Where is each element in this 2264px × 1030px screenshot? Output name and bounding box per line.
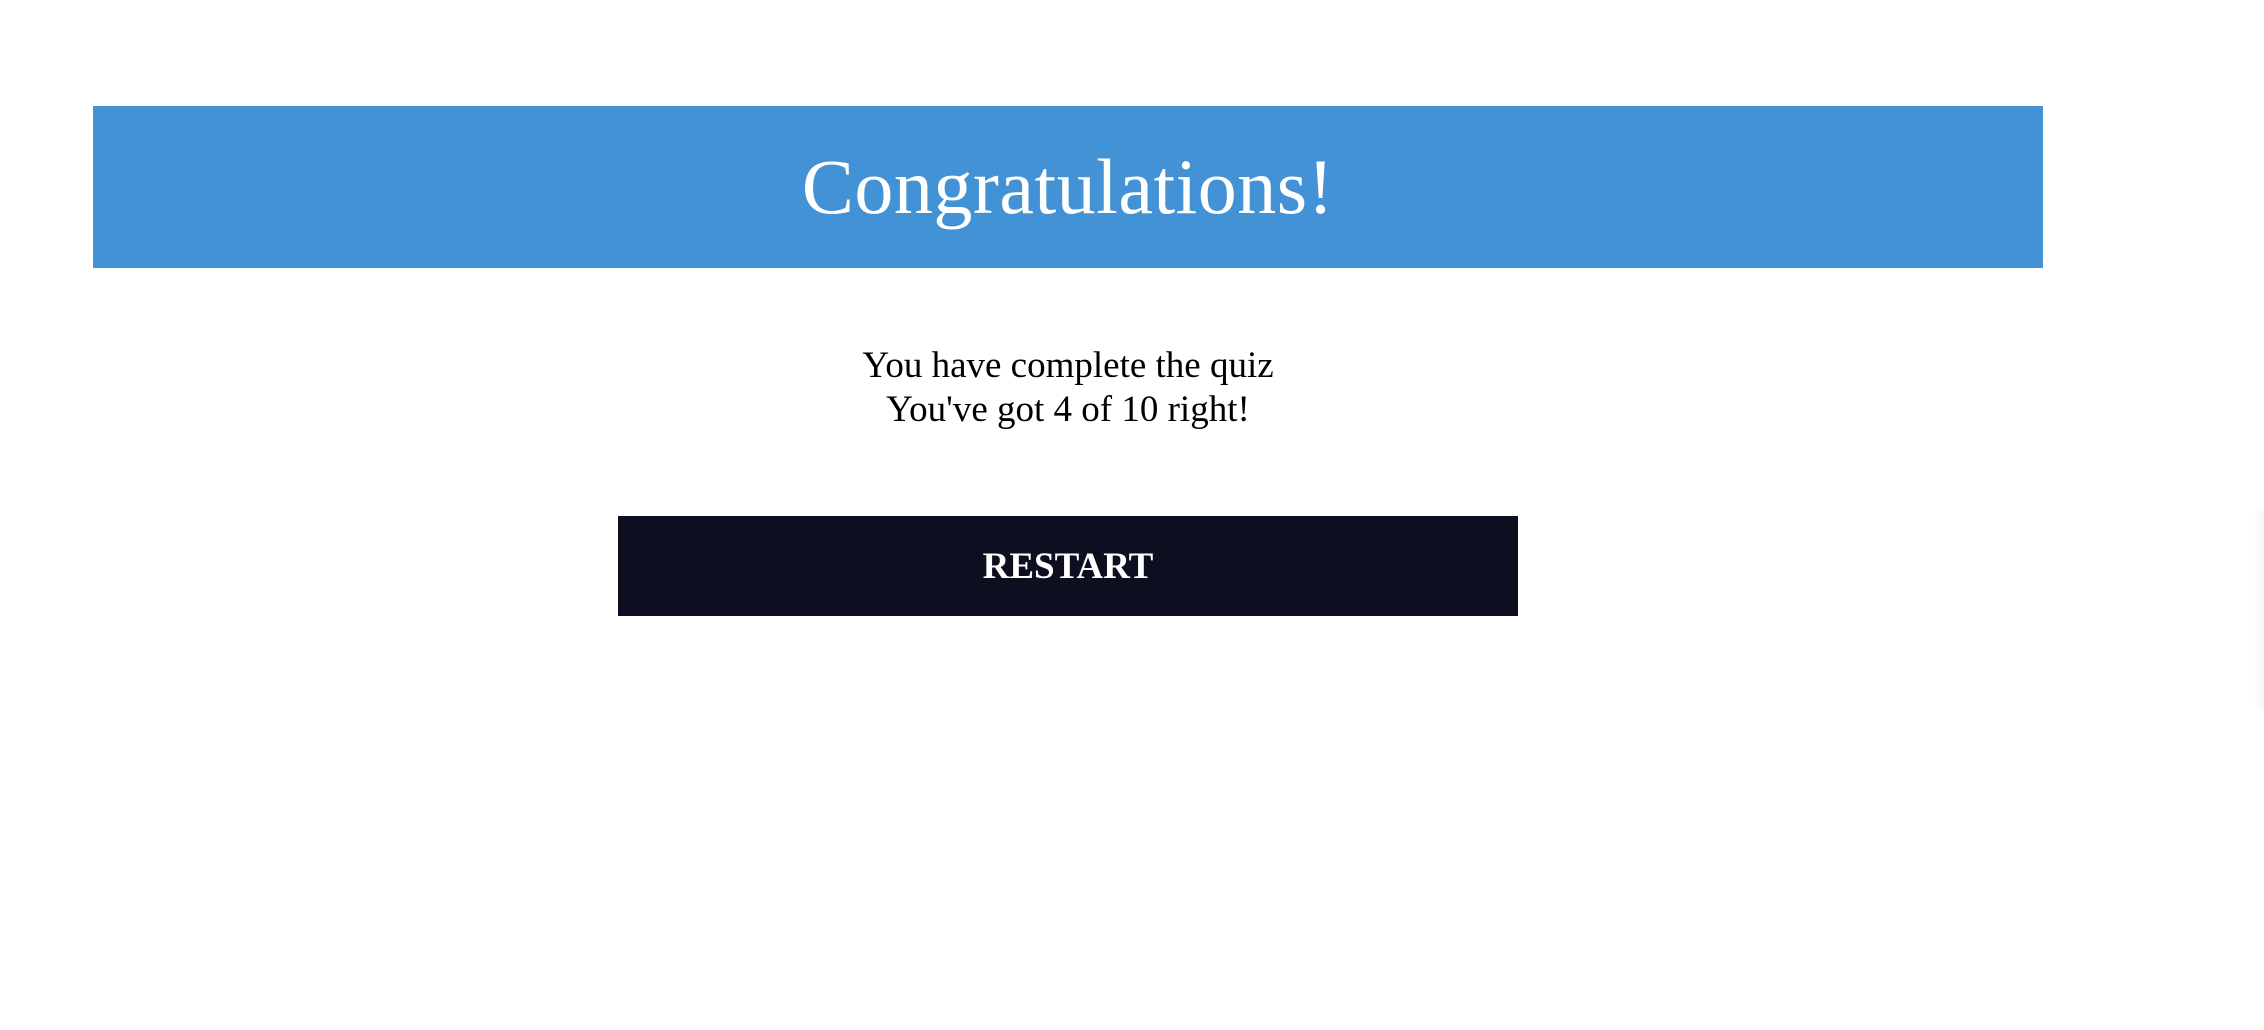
congratulations-banner: Congratulations! xyxy=(93,106,2043,268)
restart-button[interactable]: RESTART xyxy=(618,516,1518,616)
score-message: You've got 4 of 10 right! xyxy=(886,389,1250,430)
quiz-result: You have complete the quiz You've got 4 … xyxy=(93,344,2043,432)
banner-title: Congratulations! xyxy=(801,143,1335,230)
completion-message: You have complete the quiz xyxy=(862,345,1274,386)
scroll-edge-shadow xyxy=(2252,510,2264,710)
quiz-complete-page: Congratulations! You have complete the q… xyxy=(0,0,2264,1030)
